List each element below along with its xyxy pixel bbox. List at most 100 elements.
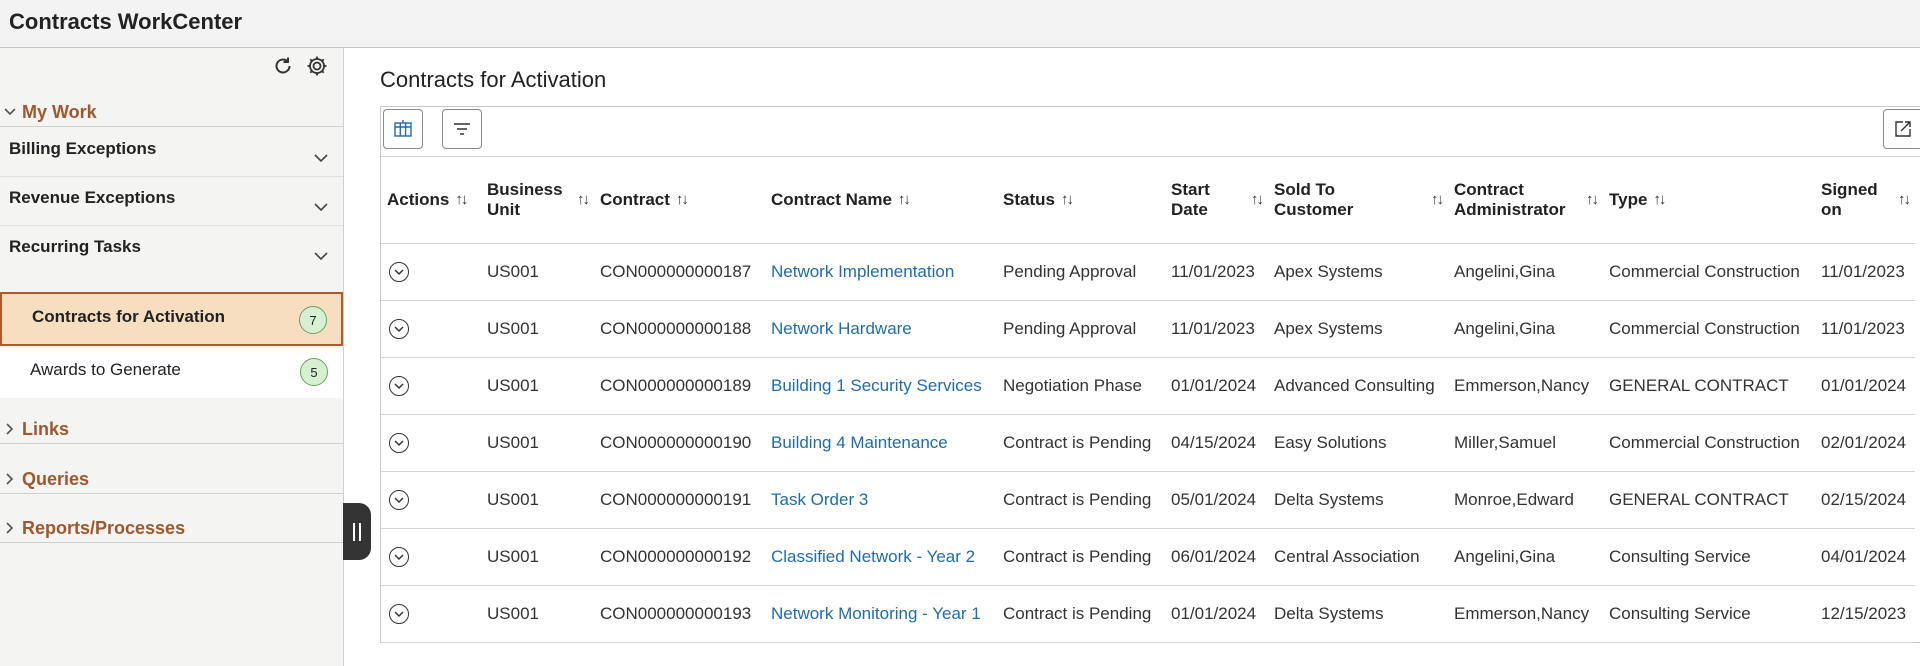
administrator-cell: Emmerson,Nancy xyxy=(1448,357,1603,415)
row-actions-chevron-icon[interactable] xyxy=(389,490,409,511)
export-button[interactable] xyxy=(1883,109,1920,149)
customer-cell: Central Association xyxy=(1268,528,1448,586)
row-actions-chevron-icon[interactable] xyxy=(389,262,409,283)
billing-exceptions-section[interactable]: Billing Exceptions xyxy=(0,128,343,177)
sort-icon: ↑↓ xyxy=(1586,190,1599,208)
columns-button[interactable] xyxy=(383,109,423,149)
contract-name-link[interactable]: Network Monitoring - Year 1 xyxy=(771,604,981,623)
sort-icon: ↑↓ xyxy=(1251,190,1264,208)
type-cell: Consulting Service xyxy=(1603,585,1815,643)
signed-on-cell: 11/01/2023 xyxy=(1815,243,1915,301)
business-unit-cell: US001 xyxy=(481,300,594,358)
row-actions-chevron-icon[interactable] xyxy=(389,604,409,625)
section-label: Revenue Exceptions xyxy=(9,188,176,207)
links-group[interactable]: Links xyxy=(0,415,343,444)
contract-cell: CON000000000193 xyxy=(594,585,765,643)
sidebar-item-contracts-for-activation[interactable]: Contracts for Activation 7 xyxy=(0,292,343,346)
sidebar: My Work Billing Exceptions Revenue Excep… xyxy=(0,48,344,666)
row-actions-chevron-icon[interactable] xyxy=(389,319,409,340)
type-cell: Commercial Construction xyxy=(1603,300,1815,358)
status-cell: Contract is Pending xyxy=(997,528,1165,586)
filter-button[interactable] xyxy=(442,109,482,149)
status-cell: Contract is Pending xyxy=(997,414,1165,472)
contract-cell: CON000000000189 xyxy=(594,357,765,415)
column-header-actions[interactable]: Actions ↑↓ xyxy=(381,157,481,244)
status-cell: Negotiation Phase xyxy=(997,357,1165,415)
contract-name-link[interactable]: Building 1 Security Services xyxy=(771,376,982,395)
contracts-table: Actions ↑↓ Business Unit ↑↓ Contract ↑↓ Con… xyxy=(381,157,1915,643)
row-actions-chevron-icon[interactable] xyxy=(389,547,409,568)
sidebar-collapse-handle[interactable] xyxy=(343,503,371,560)
table-body: US001 CON000000000187 Network Implementati… xyxy=(381,243,1915,643)
columns-icon xyxy=(394,120,412,137)
actions-cell xyxy=(381,414,481,472)
sort-icon: ↑↓ xyxy=(577,190,590,208)
contract-name-link[interactable]: Network Hardware xyxy=(771,319,912,338)
gear-icon[interactable] xyxy=(305,54,329,78)
sidebar-item-label: Contracts for Activation xyxy=(32,307,226,326)
chevron-down-icon xyxy=(3,105,17,119)
sort-icon: ↑↓ xyxy=(897,190,911,208)
customer-cell: Apex Systems xyxy=(1268,300,1448,358)
contract-name-link[interactable]: Task Order 3 xyxy=(771,490,868,509)
column-header-type[interactable]: Type ↑↓ xyxy=(1603,157,1815,244)
column-header-contract[interactable]: Contract ↑↓ xyxy=(594,157,765,244)
refresh-icon[interactable] xyxy=(271,54,295,78)
reports-processes-group[interactable]: Reports/Processes xyxy=(0,514,343,543)
queries-group[interactable]: Queries xyxy=(0,465,343,494)
sidebar-item-label: Awards to Generate xyxy=(30,360,181,379)
count-badge: 5 xyxy=(300,358,328,386)
column-header-start-date[interactable]: Start Date ↑↓ xyxy=(1165,157,1268,244)
column-header-business-unit[interactable]: Business Unit ↑↓ xyxy=(481,157,594,244)
table-header-row: Actions ↑↓ Business Unit ↑↓ Contract ↑↓ Con… xyxy=(381,157,1915,244)
status-cell: Contract is Pending xyxy=(997,585,1165,643)
customer-cell: Delta Systems xyxy=(1268,471,1448,529)
signed-on-cell: 11/01/2023 xyxy=(1815,300,1915,358)
column-header-contract-name[interactable]: Contract Name ↑↓ xyxy=(765,157,997,244)
chevron-right-icon xyxy=(3,422,17,436)
recurring-tasks-section[interactable]: Recurring Tasks xyxy=(0,226,343,290)
contract-name-cell: Building 4 Maintenance xyxy=(765,414,997,472)
business-unit-cell: US001 xyxy=(481,471,594,529)
table-row: US001 CON000000000190 Building 4 Maintenan… xyxy=(381,414,1915,472)
column-header-contract-administrator[interactable]: Contract Administrator ↑↓ xyxy=(1448,157,1603,244)
row-actions-chevron-icon[interactable] xyxy=(389,376,409,397)
business-unit-cell: US001 xyxy=(481,585,594,643)
column-header-status[interactable]: Status ↑↓ xyxy=(997,157,1165,244)
administrator-cell: Angelini,Gina xyxy=(1448,528,1603,586)
contract-name-link[interactable]: Building 4 Maintenance xyxy=(771,433,948,452)
start-date-cell: 11/01/2023 xyxy=(1165,300,1268,358)
status-cell: Contract is Pending xyxy=(997,471,1165,529)
actions-cell xyxy=(381,471,481,529)
sort-icon: ↑↓ xyxy=(455,190,468,208)
revenue-exceptions-section[interactable]: Revenue Exceptions xyxy=(0,177,343,226)
sidebar-item-awards-to-generate[interactable]: Awards to Generate 5 xyxy=(0,348,343,398)
contract-name-cell: Task Order 3 xyxy=(765,471,997,529)
start-date-cell: 01/01/2024 xyxy=(1165,357,1268,415)
chevron-down-icon xyxy=(314,203,328,212)
contract-name-link[interactable]: Network Implementation xyxy=(771,262,954,281)
start-date-cell: 05/01/2024 xyxy=(1165,471,1268,529)
sidebar-tools xyxy=(271,54,329,78)
contract-name-cell: Classified Network - Year 2 xyxy=(765,528,997,586)
contract-name-link[interactable]: Classified Network - Year 2 xyxy=(771,547,975,566)
my-work-group[interactable]: My Work xyxy=(0,98,343,127)
my-work-label: My Work xyxy=(22,101,97,122)
column-header-signed-on[interactable]: Signed on ↑↓ xyxy=(1815,157,1915,244)
signed-on-cell: 04/01/2024 xyxy=(1815,528,1915,586)
chevron-down-icon xyxy=(314,154,328,163)
column-header-sold-to-customer[interactable]: Sold To Customer ↑↓ xyxy=(1268,157,1448,244)
row-actions-chevron-icon[interactable] xyxy=(389,433,409,454)
sort-icon: ↑↓ xyxy=(1898,190,1911,208)
reports-processes-label: Reports/Processes xyxy=(22,517,186,538)
actions-cell xyxy=(381,243,481,301)
administrator-cell: Miller,Samuel xyxy=(1448,414,1603,472)
start-date-cell: 01/01/2024 xyxy=(1165,585,1268,643)
export-icon xyxy=(1895,121,1911,137)
table-row: US001 CON000000000189 Building 1 Security … xyxy=(381,357,1915,415)
table-row: US001 CON000000000188 Network Hardware Pend… xyxy=(381,300,1915,358)
table-row: US001 CON000000000191 Task Order 3 Contract… xyxy=(381,471,1915,529)
administrator-cell: Angelini,Gina xyxy=(1448,243,1603,301)
administrator-cell: Emmerson,Nancy xyxy=(1448,585,1603,643)
actions-cell xyxy=(381,300,481,358)
